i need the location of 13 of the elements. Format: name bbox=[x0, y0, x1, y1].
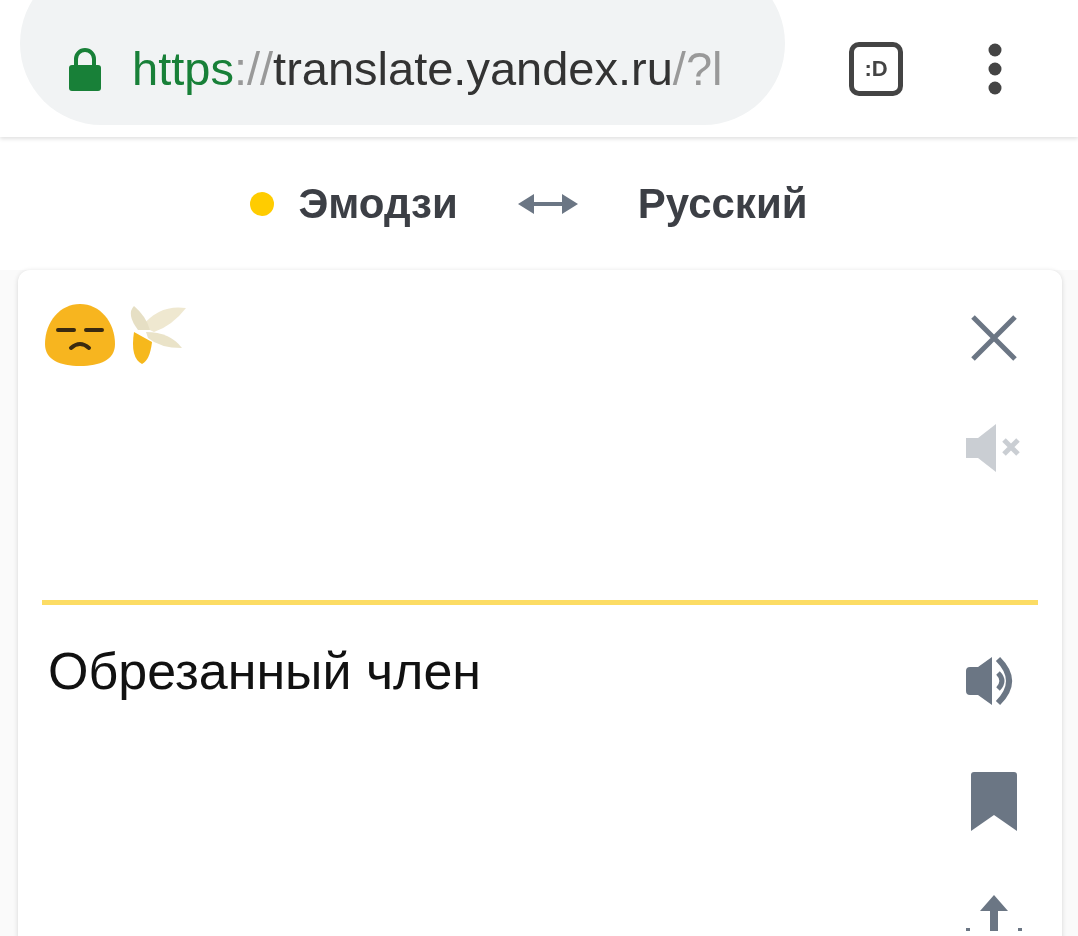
unamused-face-icon bbox=[42, 302, 118, 368]
target-language-button[interactable]: Русский bbox=[637, 179, 808, 228]
close-icon[interactable] bbox=[970, 314, 1018, 362]
lock-icon bbox=[68, 46, 102, 91]
tab-switcher-button[interactable]: :D bbox=[849, 41, 903, 96]
bookmark-icon[interactable] bbox=[969, 771, 1019, 831]
address-bar[interactable]: https://translate.yandex.ru/?l bbox=[20, 0, 785, 125]
source-language-button[interactable]: Эмодзи bbox=[298, 179, 458, 228]
menu-icon[interactable] bbox=[987, 41, 1003, 96]
swap-icon[interactable] bbox=[517, 191, 578, 216]
translation-text: Обрезанный член bbox=[47, 641, 482, 702]
share-icon[interactable] bbox=[966, 895, 1022, 931]
url-text: https://translate.yandex.ru/?l bbox=[132, 41, 723, 96]
